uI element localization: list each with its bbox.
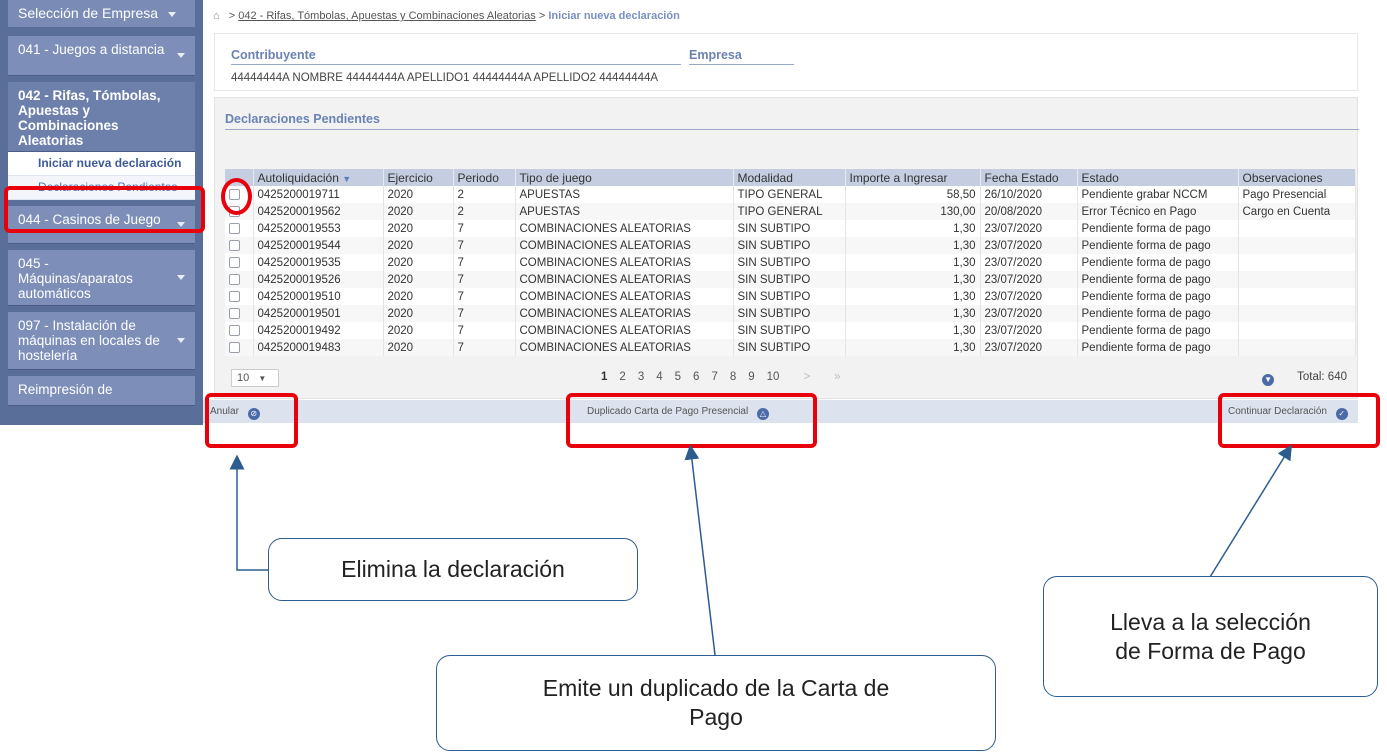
callout-lleva-line2: de Forma de Pago [1115, 637, 1306, 664]
arrow-elimina [229, 454, 268, 571]
callout-duplicado-line2: Pago [689, 704, 743, 730]
callout-elimina-text: Elimina la declaración [341, 556, 565, 582]
callout-duplicado-line1: Emite un duplicado de la Carta de [542, 675, 890, 701]
callout-elimina: Elimina la declaración [268, 538, 638, 601]
callout-lleva: Lleva a la selección de Forma de Pago [1043, 576, 1378, 697]
arrow-duplicado [684, 444, 716, 656]
callout-lleva-line1: Lleva a la selección [1110, 608, 1311, 635]
callout-duplicado: Emite un duplicado de la Carta de Pago [436, 655, 996, 751]
arrow-continuar [1209, 444, 1292, 578]
